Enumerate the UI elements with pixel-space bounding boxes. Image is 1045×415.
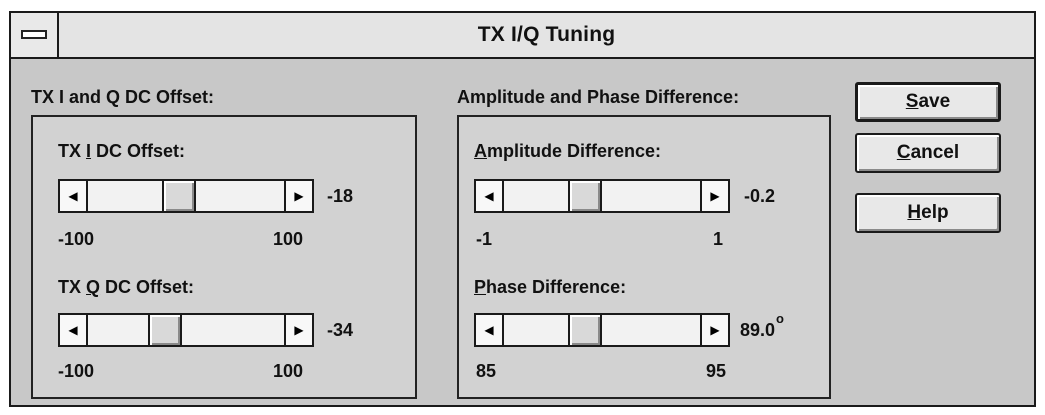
system-menu-icon: [21, 30, 47, 39]
phase-min-label: 85: [476, 361, 497, 381]
cancel-button[interactable]: Cancel: [855, 133, 1001, 173]
phase-difference-value: 89.0o: [740, 311, 784, 340]
right-arrow-icon[interactable]: ▶: [700, 181, 728, 211]
phase-difference-scrollbar[interactable]: ◀ ▶: [474, 313, 730, 347]
tx-i-max-label: 100: [273, 229, 304, 249]
tx-q-max-label: 100: [273, 361, 304, 381]
phase-difference-label: Phase Difference:: [474, 277, 627, 297]
right-arrow-icon[interactable]: ▶: [700, 315, 728, 345]
system-menu-button[interactable]: [11, 13, 59, 57]
tx-i-dc-offset-value: -18: [327, 186, 354, 206]
amplitude-difference-scrollbar[interactable]: ◀ ▶: [474, 179, 730, 213]
tx-q-dc-offset-value: -34: [327, 320, 354, 340]
tx-i-dc-offset-label: TX I DC Offset:: [58, 141, 186, 161]
degree-symbol: o: [776, 311, 784, 326]
amplitude-difference-value: -0.2: [744, 186, 776, 206]
left-arrow-icon[interactable]: ◀: [476, 315, 504, 345]
left-arrow-icon[interactable]: ◀: [60, 181, 88, 211]
amplitude-min-label: -1: [476, 229, 493, 249]
scrollbar-thumb[interactable]: [148, 315, 182, 345]
scrollbar-thumb[interactable]: [162, 181, 196, 211]
dc-offset-group-label: TX I and Q DC Offset:: [31, 87, 215, 107]
tx-q-dc-offset-label: TX Q DC Offset:: [58, 277, 195, 297]
tx-iq-tuning-dialog: TX I/Q Tuning TX I and Q DC Offset: TX I…: [9, 11, 1036, 407]
amp-phase-group-label: Amplitude and Phase Difference:: [457, 87, 740, 107]
tx-i-dc-offset-scrollbar[interactable]: ◀ ▶: [58, 179, 314, 213]
scrollbar-thumb[interactable]: [568, 181, 602, 211]
amp-phase-group: Amplitude Difference: ◀ ▶ -0.2 -1 1 Phas…: [457, 115, 831, 399]
amplitude-max-label: 1: [713, 229, 724, 249]
tx-i-min-label: -100: [58, 229, 95, 249]
scrollbar-thumb[interactable]: [568, 315, 602, 345]
tx-q-min-label: -100: [58, 361, 95, 381]
save-button[interactable]: Save: [855, 82, 1001, 122]
help-button[interactable]: Help: [855, 193, 1001, 233]
right-arrow-icon[interactable]: ▶: [284, 315, 312, 345]
left-arrow-icon[interactable]: ◀: [476, 181, 504, 211]
right-arrow-icon[interactable]: ▶: [284, 181, 312, 211]
window-title: TX I/Q Tuning: [477, 23, 616, 46]
tx-q-dc-offset-scrollbar[interactable]: ◀ ▶: [58, 313, 314, 347]
dc-offset-group: TX I DC Offset: ◀ ▶ -18 -100 100 TX Q DC…: [31, 115, 417, 399]
amplitude-difference-label: Amplitude Difference:: [474, 141, 662, 161]
left-arrow-icon[interactable]: ◀: [60, 315, 88, 345]
phase-max-label: 95: [706, 361, 727, 381]
title-bar: TX I/Q Tuning: [11, 13, 1034, 59]
